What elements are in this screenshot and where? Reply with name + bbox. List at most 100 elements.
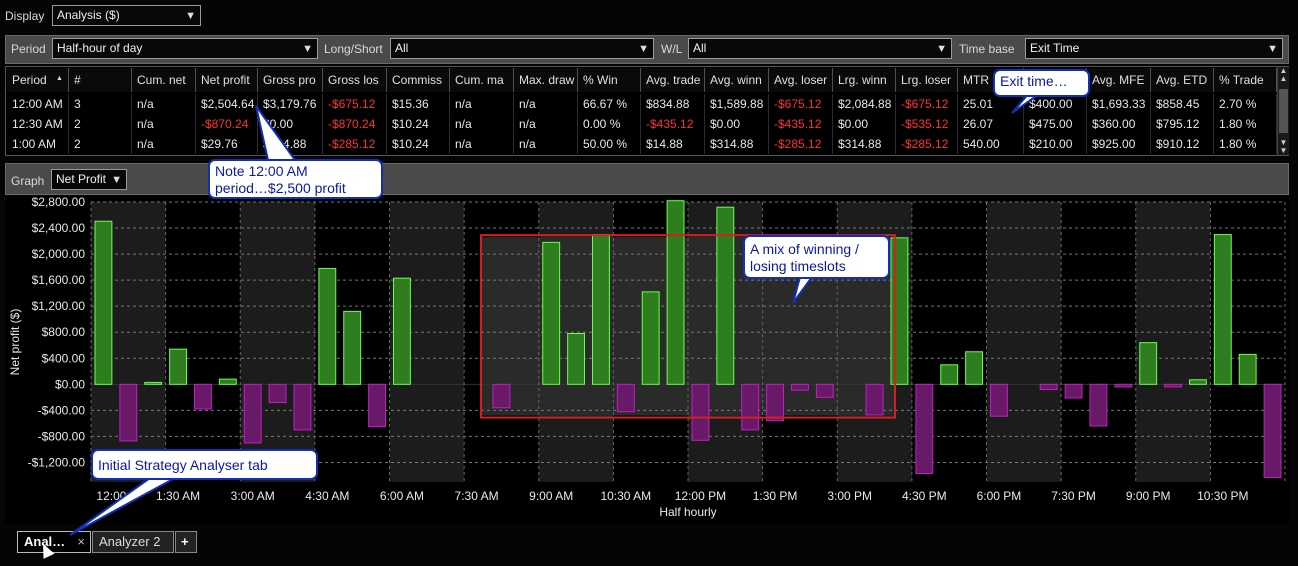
timebase-label: Time base xyxy=(959,42,1015,56)
table-cell: $858.45 xyxy=(1151,94,1214,114)
table-cell: $314.88 xyxy=(833,134,896,154)
table-cell: 26.07 xyxy=(958,114,1024,134)
table-cell: $925.00 xyxy=(1087,134,1151,154)
period-select-value: Half-hour of day xyxy=(57,41,143,55)
y-tick-label: -$400.00 xyxy=(38,403,86,417)
column-header[interactable]: Lrg. winn xyxy=(833,68,896,92)
table-cell: -$675.12 xyxy=(769,94,833,114)
x-tick-label: 3:00 AM xyxy=(231,489,275,503)
bar xyxy=(194,383,212,410)
longshort-select[interactable]: All ▼ xyxy=(390,38,654,59)
mix-callout-line2: losing timeslots xyxy=(750,258,846,274)
bar xyxy=(218,378,237,385)
display-select[interactable]: Analysis ($) ▼ xyxy=(52,5,201,26)
column-header[interactable]: Max. draw xyxy=(514,68,578,92)
table-cell: n/a xyxy=(514,94,578,114)
table-cell: 2 xyxy=(69,134,132,154)
bar xyxy=(393,277,411,385)
table-cell: -$285.12 xyxy=(323,134,387,154)
column-header[interactable]: Cum. net xyxy=(132,68,196,92)
longshort-select-value: All xyxy=(395,41,409,55)
column-header[interactable]: Avg. ETD xyxy=(1151,68,1214,92)
column-header[interactable]: % Trade xyxy=(1214,68,1277,92)
table-cell: n/a xyxy=(132,114,196,134)
column-header[interactable]: Gross los xyxy=(323,68,387,92)
bar xyxy=(1139,342,1158,385)
y-tick-label: $1,600.00 xyxy=(32,273,86,287)
bar xyxy=(766,383,784,422)
table-cell: n/a xyxy=(450,114,514,134)
bar xyxy=(318,267,337,385)
tab-analyzer-1[interactable]: Anal… × xyxy=(17,531,91,553)
y-tick-label: $1,200.00 xyxy=(32,299,86,313)
table-cell: $314.88 xyxy=(258,134,323,154)
scroll-down-icon[interactable]: ▼ ▼ xyxy=(1278,139,1289,155)
bar xyxy=(666,200,685,385)
table-cell: $910.12 xyxy=(1151,134,1214,154)
bar xyxy=(1189,379,1207,385)
table-cell: n/a xyxy=(132,134,196,154)
wl-select-value: All xyxy=(693,41,707,55)
table-cell: -$870.24 xyxy=(196,114,258,134)
initial-tab-callout: Initial Strategy Analyser tab xyxy=(91,449,318,480)
column-header[interactable]: Avg. trade xyxy=(641,68,705,92)
column-header[interactable]: % Win xyxy=(578,68,641,92)
table-cell: -$435.12 xyxy=(769,114,833,134)
table-cell: 66.67 % xyxy=(578,94,641,114)
column-header[interactable]: Avg. loser xyxy=(769,68,833,92)
x-tick-label: 10:30 PM xyxy=(1197,489,1248,503)
add-tab-button[interactable]: + xyxy=(175,531,197,553)
table-cell: $834.88 xyxy=(641,94,705,114)
column-header[interactable]: Gross pro xyxy=(258,68,323,92)
column-header[interactable]: Avg. MFE xyxy=(1087,68,1151,92)
bar xyxy=(965,351,983,385)
table-scrollbar[interactable]: ▲ ▲ ▼ ▼ xyxy=(1277,67,1289,155)
column-header[interactable]: Lrg. loser xyxy=(896,68,958,92)
bar xyxy=(990,383,1008,417)
graph-select[interactable]: Net Profit ▼ xyxy=(51,169,127,190)
table-cell: n/a xyxy=(514,134,578,154)
table-cell: 2 xyxy=(69,114,132,134)
tab-analyzer-2[interactable]: Analyzer 2 xyxy=(92,531,174,553)
bar xyxy=(616,383,635,413)
y-tick-label: $2,800.00 xyxy=(32,196,86,209)
table-cell: 0.00 % xyxy=(578,114,641,134)
table-cell: -$870.24 xyxy=(323,114,387,134)
table-cell: $360.00 xyxy=(1087,114,1151,134)
table-cell: $400.00 xyxy=(1024,94,1087,114)
mix-callout: A mix of winning / losing timeslots xyxy=(743,235,890,279)
exit-time-callout: Exit time… xyxy=(993,69,1090,97)
column-header[interactable]: # xyxy=(69,68,132,92)
column-header[interactable]: Net profit xyxy=(196,68,258,92)
wl-select[interactable]: All ▼ xyxy=(688,38,952,59)
bar xyxy=(1039,383,1058,391)
scroll-thumb[interactable] xyxy=(1279,89,1288,133)
table-cell: $210.00 xyxy=(1024,134,1087,154)
chevron-down-icon: ▼ xyxy=(111,174,122,186)
x-tick-label: 1:30 AM xyxy=(156,489,200,503)
bar xyxy=(343,310,362,385)
close-icon[interactable]: × xyxy=(77,532,85,552)
table-cell: -$675.12 xyxy=(896,94,958,114)
x-tick-label: 9:00 AM xyxy=(529,489,573,503)
longshort-label: Long/Short xyxy=(324,42,383,56)
y-tick-label: $2,000.00 xyxy=(32,247,86,261)
timebase-select[interactable]: Exit Time ▼ xyxy=(1025,38,1283,59)
bar xyxy=(567,333,585,385)
note-callout: Note 12:00 AM period…$2,500 profit xyxy=(208,159,383,199)
period-select[interactable]: Half-hour of day ▼ xyxy=(52,38,318,59)
column-header[interactable]: Avg. winn xyxy=(705,68,769,92)
table-cell: $0.00 xyxy=(833,114,896,134)
table-cell: n/a xyxy=(450,94,514,114)
bar xyxy=(169,348,187,385)
sort-asc-icon: ▲ xyxy=(56,75,63,82)
bar xyxy=(144,381,163,385)
table-cell: n/a xyxy=(132,94,196,114)
table-cell: $795.12 xyxy=(1151,114,1214,134)
bar xyxy=(119,383,138,442)
x-tick-label: 1:30 PM xyxy=(753,489,798,503)
scroll-up-icon[interactable]: ▲ ▲ xyxy=(1278,67,1289,83)
column-header[interactable]: Commiss xyxy=(387,68,450,92)
column-header[interactable]: Cum. ma xyxy=(450,68,514,92)
chart-band xyxy=(986,202,1062,482)
